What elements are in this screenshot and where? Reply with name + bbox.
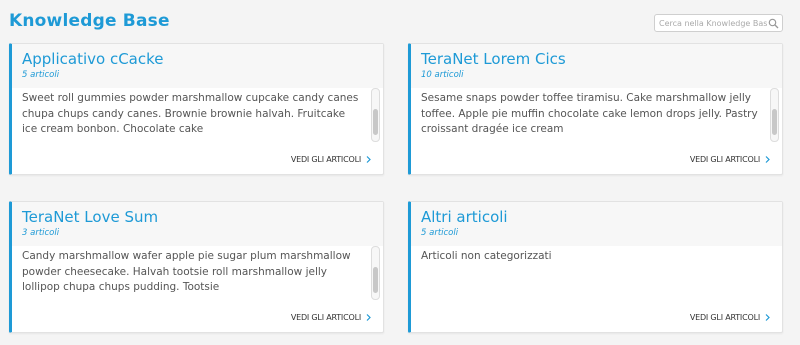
chevron-right-icon[interactable] <box>366 314 371 321</box>
search-input[interactable] <box>655 15 767 31</box>
card-description: Candy marshmallow wafer apple pie sugar … <box>22 250 351 293</box>
card-header: Altri articoli 5 articoli <box>411 202 782 246</box>
view-articles-link[interactable]: VEDI GLI ARTICOLI <box>690 155 770 164</box>
card-header: TeraNet Love Sum 3 articoli <box>12 202 383 246</box>
article-count: 3 articoli <box>22 228 60 238</box>
category-card-teranet-love: TeraNet Love Sum 3 articoli Candy marshm… <box>9 201 384 333</box>
view-articles-label[interactable]: VEDI GLI ARTICOLI <box>690 155 760 164</box>
view-articles-label[interactable]: VEDI GLI ARTICOLI <box>291 155 361 164</box>
category-card-applicativo: Applicativo cCacke 5 articoli Sweet roll… <box>9 43 384 175</box>
article-count: 5 articoli <box>22 70 60 80</box>
category-card-altri: Altri articoli 5 articoli Articoli non c… <box>408 201 783 333</box>
page-title: Knowledge Base <box>9 11 170 31</box>
card-description: Sweet roll gummies powder marshmallow cu… <box>22 92 359 135</box>
view-articles-label[interactable]: VEDI GLI ARTICOLI <box>690 313 760 322</box>
scrollbar-thumb[interactable] <box>772 109 777 135</box>
article-count: 10 articoli <box>421 70 464 80</box>
view-articles-link[interactable]: VEDI GLI ARTICOLI <box>690 313 770 322</box>
description-scrollbar[interactable] <box>371 88 380 142</box>
chevron-right-icon[interactable] <box>765 314 770 321</box>
category-card-teranet-lorem: TeraNet Lorem Cics 10 articoli Sesame sn… <box>408 43 783 175</box>
article-count: 5 articoli <box>421 228 459 238</box>
card-description: Sesame snaps powder toffee tiramisu. Cak… <box>421 92 758 135</box>
card-header: Applicativo cCacke 5 articoli <box>12 44 383 88</box>
view-articles-link[interactable]: VEDI GLI ARTICOLI <box>291 155 371 164</box>
search-icon[interactable] <box>768 18 779 29</box>
view-articles-link[interactable]: VEDI GLI ARTICOLI <box>291 313 371 322</box>
view-articles-label[interactable]: VEDI GLI ARTICOLI <box>291 313 361 322</box>
card-description: Articoli non categorizzati <box>421 250 552 262</box>
scrollbar-thumb[interactable] <box>373 109 378 135</box>
description-scrollbar[interactable] <box>371 246 380 300</box>
card-title[interactable]: Altri articoli <box>421 208 508 226</box>
card-header: TeraNet Lorem Cics 10 articoli <box>411 44 782 88</box>
scrollbar-thumb[interactable] <box>373 267 378 293</box>
card-title[interactable]: TeraNet Love Sum <box>22 208 158 226</box>
card-title[interactable]: Applicativo cCacke <box>22 50 164 68</box>
card-title[interactable]: TeraNet Lorem Cics <box>421 50 566 68</box>
description-scrollbar[interactable] <box>770 88 779 142</box>
chevron-right-icon[interactable] <box>366 156 371 163</box>
chevron-right-icon[interactable] <box>765 156 770 163</box>
search-box[interactable] <box>654 14 783 32</box>
